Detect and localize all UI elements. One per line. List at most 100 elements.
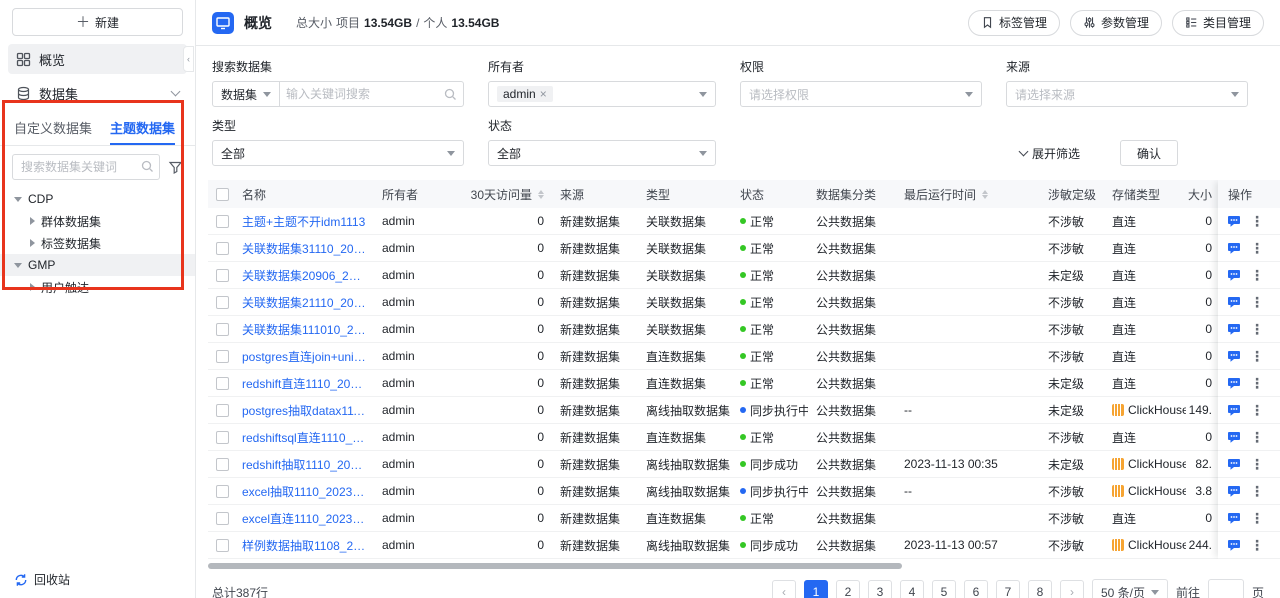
row-checkbox[interactable]: [216, 350, 229, 363]
more-actions-icon[interactable]: ⋮: [1250, 214, 1264, 228]
dataset-name-link[interactable]: 关联数据集111010_20231...: [242, 321, 366, 338]
column-header-visits[interactable]: 30天访问量: [460, 180, 552, 208]
remove-tag-icon[interactable]: ×: [540, 88, 547, 100]
comment-icon[interactable]: [1227, 241, 1241, 255]
row-checkbox[interactable]: [216, 431, 229, 444]
row-checkbox[interactable]: [216, 458, 229, 471]
comment-icon[interactable]: [1227, 403, 1241, 417]
page-button-8[interactable]: 8: [1028, 580, 1052, 598]
dataset-name-link[interactable]: postgres直连join+union11...: [242, 348, 366, 365]
comment-icon[interactable]: [1227, 511, 1241, 525]
dataset-name-link[interactable]: excel直连1110_20231110...: [242, 510, 366, 527]
search-icon[interactable]: [444, 88, 457, 101]
caret-right-icon[interactable]: [30, 217, 35, 225]
page-button-6[interactable]: 6: [964, 580, 988, 598]
dataset-name-link[interactable]: 关联数据集21110_202311...: [242, 294, 366, 311]
next-page-button[interactable]: ›: [1060, 580, 1084, 598]
comment-icon[interactable]: [1227, 484, 1241, 498]
recycle-bin-item[interactable]: 回收站: [0, 561, 195, 598]
comment-icon[interactable]: [1227, 295, 1241, 309]
more-actions-icon[interactable]: ⋮: [1250, 538, 1264, 552]
more-actions-icon[interactable]: ⋮: [1250, 430, 1264, 444]
sidebar-item-overview[interactable]: 概览: [8, 44, 187, 74]
column-header-last_run[interactable]: 最后运行时间: [896, 180, 1040, 208]
owner-select[interactable]: admin ×: [488, 81, 716, 107]
prev-page-button[interactable]: ‹: [772, 580, 796, 598]
tree-item[interactable]: 群体数据集: [0, 210, 195, 232]
caret-down-icon[interactable]: [14, 263, 22, 268]
more-actions-icon[interactable]: ⋮: [1250, 295, 1264, 309]
dataset-name-link[interactable]: 主题+主题不开idm1113: [242, 213, 365, 230]
scrollbar-thumb[interactable]: [208, 563, 902, 569]
row-checkbox[interactable]: [216, 377, 229, 390]
sort-icon[interactable]: [982, 190, 988, 199]
page-button-7[interactable]: 7: [996, 580, 1020, 598]
comment-icon[interactable]: [1227, 457, 1241, 471]
select-all-checkbox[interactable]: [216, 188, 229, 201]
more-actions-icon[interactable]: ⋮: [1250, 349, 1264, 363]
more-actions-icon[interactable]: ⋮: [1250, 484, 1264, 498]
sidebar-collapse-handle[interactable]: ‹: [183, 46, 194, 72]
filter-icon[interactable]: [168, 160, 183, 175]
sort-icon[interactable]: [538, 190, 544, 199]
tree-item[interactable]: CDP: [0, 188, 195, 210]
param-manage-button[interactable]: 参数管理: [1070, 10, 1162, 36]
page-button-3[interactable]: 3: [868, 580, 892, 598]
more-actions-icon[interactable]: ⋮: [1250, 268, 1264, 282]
comment-icon[interactable]: [1227, 349, 1241, 363]
category-manage-button[interactable]: 类目管理: [1172, 10, 1264, 36]
dataset-name-link[interactable]: 关联数据集31110_202311...: [242, 240, 366, 257]
dataset-name-link[interactable]: excel抽取1110_20231110...: [242, 483, 366, 500]
source-select[interactable]: 请选择来源: [1006, 81, 1248, 107]
row-checkbox[interactable]: [216, 242, 229, 255]
page-button-2[interactable]: 2: [836, 580, 860, 598]
goto-page-input[interactable]: [1208, 579, 1244, 598]
more-actions-icon[interactable]: ⋮: [1250, 403, 1264, 417]
dataset-search-input[interactable]: [12, 154, 160, 180]
row-checkbox[interactable]: [216, 215, 229, 228]
comment-icon[interactable]: [1227, 268, 1241, 282]
keyword-input[interactable]: [280, 82, 444, 106]
row-checkbox[interactable]: [216, 512, 229, 525]
search-type-select[interactable]: 数据集: [213, 82, 280, 106]
tab-theme-dataset[interactable]: 主题数据集: [110, 112, 175, 145]
more-actions-icon[interactable]: ⋮: [1250, 322, 1264, 336]
comment-icon[interactable]: [1227, 376, 1241, 390]
dataset-name-link[interactable]: redshiftsql直连1110_2023...: [242, 429, 366, 446]
more-actions-icon[interactable]: ⋮: [1250, 241, 1264, 255]
page-button-4[interactable]: 4: [900, 580, 924, 598]
new-button[interactable]: ＋ 新建: [12, 8, 183, 36]
tree-item[interactable]: 标签数据集: [0, 232, 195, 254]
dataset-name-link[interactable]: redshift抽取1110_202311...: [242, 456, 366, 473]
type-select[interactable]: 全部: [212, 140, 464, 166]
comment-icon[interactable]: [1227, 430, 1241, 444]
more-actions-icon[interactable]: ⋮: [1250, 376, 1264, 390]
row-checkbox[interactable]: [216, 269, 229, 282]
page-button-5[interactable]: 5: [932, 580, 956, 598]
row-checkbox[interactable]: [216, 323, 229, 336]
row-checkbox[interactable]: [216, 539, 229, 552]
status-select[interactable]: 全部: [488, 140, 716, 166]
more-actions-icon[interactable]: ⋮: [1250, 457, 1264, 471]
caret-right-icon[interactable]: [30, 283, 35, 291]
tree-item[interactable]: GMP: [0, 254, 195, 276]
dataset-name-link[interactable]: 关联数据集20906_202311...: [242, 267, 366, 284]
comment-icon[interactable]: [1227, 322, 1241, 336]
dataset-name-link[interactable]: redshift直连1110_202311...: [242, 375, 366, 392]
page-size-select[interactable]: 50 条/页: [1092, 579, 1168, 598]
caret-down-icon[interactable]: [14, 197, 22, 202]
row-checkbox[interactable]: [216, 485, 229, 498]
permission-select[interactable]: 请选择权限: [740, 81, 982, 107]
dataset-name-link[interactable]: 样例数据抽取1108_20231...: [242, 537, 366, 554]
tab-custom-dataset[interactable]: 自定义数据集: [14, 112, 92, 145]
more-actions-icon[interactable]: ⋮: [1250, 511, 1264, 525]
tag-manage-button[interactable]: 标签管理: [968, 10, 1060, 36]
sidebar-item-dataset[interactable]: 数据集: [8, 78, 187, 108]
confirm-button[interactable]: 确认: [1120, 140, 1178, 166]
row-checkbox[interactable]: [216, 404, 229, 417]
comment-icon[interactable]: [1227, 214, 1241, 228]
row-checkbox[interactable]: [216, 296, 229, 309]
tree-item[interactable]: 用户触达: [0, 276, 195, 298]
comment-icon[interactable]: [1227, 538, 1241, 552]
expand-filters-toggle[interactable]: 展开筛选: [1020, 140, 1080, 166]
